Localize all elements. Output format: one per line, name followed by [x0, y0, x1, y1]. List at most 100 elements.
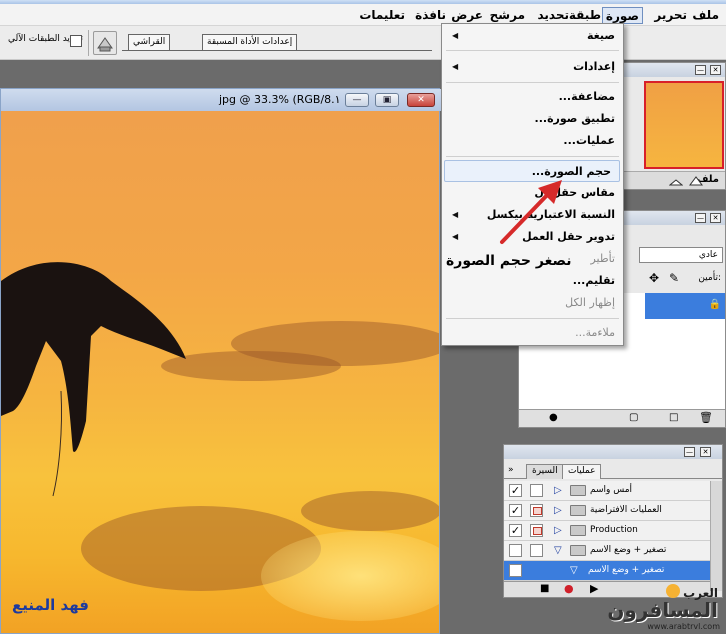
panel-minimize-icon[interactable]: —: [684, 447, 695, 457]
folder-icon: [570, 505, 586, 516]
sunset-photo: [1, 111, 439, 633]
expand-triangle-icon[interactable]: ▷: [554, 485, 562, 496]
actions-panel: — ✕ » السيرة عمليات ✓ ▷ أمس واسم ✓ ▷ الع…: [503, 444, 723, 598]
folder-icon: [570, 545, 586, 556]
menu-image[interactable]: صورة: [601, 7, 643, 24]
dialog-toggle[interactable]: [530, 484, 543, 497]
action-label: تصغير + وضع الاسم: [588, 565, 665, 575]
cloud-shape: [301, 491, 439, 531]
tab-brushes[interactable]: القراشي: [128, 34, 171, 51]
background-layer-row[interactable]: 🔒: [645, 293, 725, 319]
action-row[interactable]: ✓ ▷ العمليات الافتراضية: [504, 501, 710, 521]
record-icon[interactable]: ●: [564, 582, 574, 595]
actions-panel-header[interactable]: — ✕: [504, 445, 722, 459]
action-row[interactable]: ▽ تصغير + وضع الاسم: [504, 541, 710, 561]
action-row[interactable]: ✓ ▷ Production: [504, 521, 710, 541]
menu-window[interactable]: نافذة: [412, 7, 449, 24]
zoom-in-icon[interactable]: [689, 176, 703, 186]
expand-triangle-icon[interactable]: ▷: [554, 525, 562, 536]
sun-glow: [261, 531, 439, 621]
actions-scrollbar[interactable]: [710, 481, 722, 591]
restore-button[interactable]: ▣: [375, 93, 399, 107]
zoom-out-icon[interactable]: [669, 176, 683, 186]
action-set-label: تصغير + وضع الاسم: [590, 545, 667, 555]
document-window: jpg @ 33.3% (RGB/8.١ — ▣ ✕: [0, 88, 441, 634]
logo-url: www.arabtrvl.com: [647, 622, 720, 631]
move-tool-icon[interactable]: [93, 31, 117, 55]
menu-item-mode[interactable]: صيغة ◀: [442, 25, 623, 47]
expand-triangle-icon[interactable]: ▷: [554, 505, 562, 516]
layers-panel-footer: ● ▢ □ 🗑: [519, 409, 725, 427]
menu-item-label: إظهار الكل: [565, 296, 615, 309]
dialog-toggle[interactable]: [530, 524, 543, 537]
panel-close-icon[interactable]: ✕: [700, 447, 711, 457]
submenu-arrow-icon: ◀: [452, 62, 459, 71]
action-toggle-checkbox[interactable]: ✓: [509, 484, 522, 497]
stop-icon[interactable]: ■: [540, 583, 549, 594]
minimize-button[interactable]: —: [345, 93, 369, 107]
menu-edit[interactable]: تحرير: [651, 7, 690, 24]
panel-menu-icon[interactable]: »: [508, 465, 514, 475]
menu-item-reveal-all[interactable]: إظهار الكل: [442, 292, 623, 314]
menu-item-label: ملاءمة...: [575, 326, 615, 339]
action-set-label: العمليات الافتراضية: [590, 505, 662, 515]
submenu-arrow-icon: ◀: [452, 232, 459, 241]
layer-style-icon[interactable]: ●: [549, 412, 558, 423]
menu-file[interactable]: ملف: [689, 7, 722, 24]
dialog-toggle[interactable]: [530, 544, 543, 557]
panel-close-icon[interactable]: ✕: [710, 213, 721, 223]
blend-mode-select[interactable]: عادي: [639, 247, 723, 263]
lock-position-icon[interactable]: ✥: [649, 271, 659, 285]
layer-lock-icon: 🔒: [708, 299, 721, 310]
bird-silhouette: [1, 262, 186, 497]
action-set-label: أمس واسم: [590, 485, 633, 495]
auto-select-layer-checkbox[interactable]: [70, 35, 82, 47]
action-toggle-checkbox[interactable]: [509, 544, 522, 557]
menu-filter[interactable]: مرشح: [487, 7, 528, 24]
panel-minimize-icon[interactable]: —: [695, 65, 706, 75]
minimize-icon: —: [352, 95, 362, 105]
menu-view[interactable]: عرض: [448, 7, 486, 24]
submenu-arrow-icon: ◀: [452, 210, 459, 219]
folder-icon: [570, 525, 586, 536]
action-row-selected[interactable]: ▽ تصغير + وضع الاسم: [504, 561, 710, 581]
tab-tool-presets[interactable]: إعدادات الأداة المسبقة: [202, 34, 298, 51]
action-toggle-checkbox[interactable]: [509, 564, 522, 577]
collapse-triangle-icon[interactable]: ▽: [570, 565, 578, 576]
action-toggle-checkbox[interactable]: ✓: [509, 504, 522, 517]
panel-close-icon[interactable]: ✕: [710, 65, 721, 75]
new-layer-icon[interactable]: □: [669, 412, 678, 423]
new-group-icon[interactable]: ▢: [629, 412, 638, 423]
navigator-thumbnail[interactable]: [644, 81, 724, 169]
menu-item-apply-image[interactable]: تطبيق صورة...: [442, 108, 623, 130]
action-row[interactable]: ✓ ▷ أمس واسم: [504, 481, 710, 501]
document-titlebar[interactable]: jpg @ 33.3% (RGB/8.١ — ▣ ✕: [1, 89, 441, 111]
tab-actions[interactable]: عمليات: [562, 464, 602, 479]
lock-label: تأمين:: [698, 273, 721, 283]
lock-pixels-icon[interactable]: ✎: [669, 271, 679, 285]
play-icon[interactable]: ▶: [590, 582, 598, 595]
menu-item-label: تأطير: [590, 252, 615, 265]
restore-icon: ▣: [382, 95, 392, 105]
menu-item-label: إعدادات: [573, 60, 615, 73]
menu-item-adjustments[interactable]: إعدادات ◀: [442, 56, 623, 78]
menu-help[interactable]: تعليمات: [356, 7, 408, 24]
menu-item-trap[interactable]: ملاءمة...: [442, 322, 623, 344]
collapse-triangle-icon[interactable]: ▽: [554, 545, 562, 556]
logo-line-2: المسافرون: [607, 598, 718, 622]
menu-item-label: تطبيق صورة...: [534, 112, 615, 125]
tab-history[interactable]: السيرة: [526, 464, 564, 479]
dialog-toggle[interactable]: [530, 504, 543, 517]
menu-item-label: مضاعفة...: [558, 90, 615, 103]
menu-item-duplicate[interactable]: مضاعفة...: [442, 86, 623, 108]
menu-select[interactable]: تحديد: [534, 7, 572, 24]
menu-item-calculations[interactable]: عمليات...: [442, 130, 623, 152]
annotation-text: نصغر حجم الصورة: [446, 253, 572, 269]
menu-separator: [446, 156, 619, 157]
action-toggle-checkbox[interactable]: ✓: [509, 524, 522, 537]
delete-layer-icon[interactable]: 🗑: [699, 411, 713, 424]
menu-item-trim[interactable]: تقليم...: [442, 270, 623, 292]
close-button[interactable]: ✕: [407, 93, 435, 107]
menu-item-label: تقليم...: [572, 274, 615, 287]
panel-minimize-icon[interactable]: —: [695, 213, 706, 223]
